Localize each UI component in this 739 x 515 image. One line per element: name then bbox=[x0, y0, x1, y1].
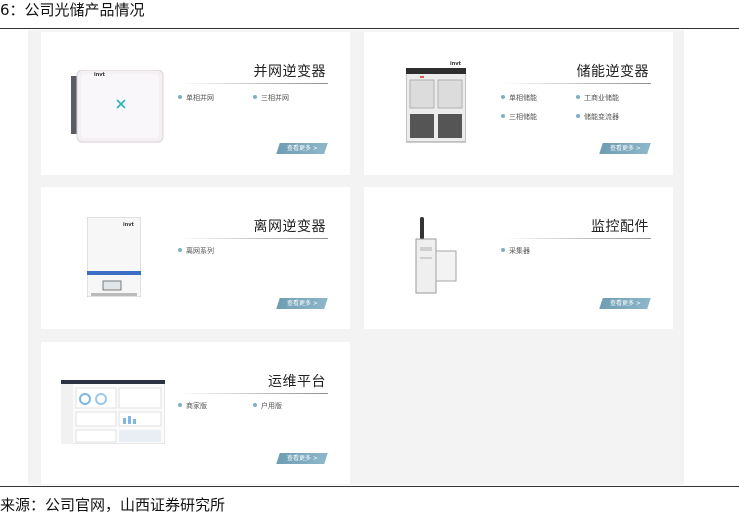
feature-item[interactable]: 户用版 bbox=[253, 402, 282, 410]
title-underline bbox=[180, 238, 328, 239]
product-card-om-platform: 运维平台 商家版 户用版 查看更多 > bbox=[41, 342, 350, 484]
brand-logo: invt bbox=[94, 72, 105, 78]
bullet-icon bbox=[501, 95, 505, 99]
bullet-icon bbox=[178, 248, 182, 252]
bottom-rule bbox=[0, 486, 739, 487]
bullet-icon bbox=[178, 403, 182, 407]
card-title: 运维平台 bbox=[268, 374, 326, 390]
feature-item[interactable]: 三相并网 bbox=[253, 94, 289, 102]
storage-cabinet-icon: invt bbox=[405, 61, 467, 143]
feature-item[interactable]: 三相储能 bbox=[501, 113, 537, 121]
bullet-icon bbox=[253, 95, 257, 99]
grid-inverter-icon: invt bbox=[69, 69, 169, 145]
brand-logo: invt bbox=[450, 61, 461, 67]
product-panel: invt 并网逆变器 单相并网 三相并网 查看更多 > invt 储能逆变器 单… bbox=[28, 30, 684, 485]
feature-item[interactable]: 离网系列 bbox=[178, 247, 214, 255]
card-title: 储能逆变器 bbox=[576, 64, 649, 80]
view-more-button[interactable]: 查看更多 > bbox=[276, 143, 328, 154]
feature-item[interactable]: 储能变流器 bbox=[576, 113, 619, 121]
product-card-grid-inverter: invt 并网逆变器 单相并网 三相并网 查看更多 > bbox=[41, 32, 350, 175]
feature-item[interactable]: 单相储能 bbox=[501, 94, 537, 102]
datalogger-icon bbox=[414, 217, 464, 297]
feature-item[interactable]: 单相并网 bbox=[178, 94, 214, 102]
bullet-icon bbox=[501, 248, 505, 252]
bullet-icon bbox=[576, 114, 580, 118]
bullet-icon bbox=[178, 95, 182, 99]
figure-title: 6：公司光储产品情况 bbox=[0, 1, 145, 19]
product-card-offgrid-inverter: invt 离网逆变器 离网系列 查看更多 > bbox=[41, 187, 350, 329]
top-rule bbox=[0, 28, 739, 29]
bullet-icon bbox=[576, 95, 580, 99]
view-more-button[interactable]: 查看更多 > bbox=[599, 298, 651, 309]
title-underline bbox=[503, 238, 651, 239]
title-underline bbox=[180, 393, 328, 394]
view-more-button[interactable]: 查看更多 > bbox=[276, 453, 328, 464]
brand-logo: invt bbox=[123, 222, 134, 228]
bullet-icon bbox=[253, 403, 257, 407]
feature-item[interactable]: 采集器 bbox=[501, 247, 530, 255]
view-more-button[interactable]: 查看更多 > bbox=[276, 298, 328, 309]
card-title: 监控配件 bbox=[591, 219, 649, 235]
view-more-button[interactable]: 查看更多 > bbox=[599, 143, 651, 154]
card-title: 并网逆变器 bbox=[253, 64, 326, 80]
dashboard-screenshot-icon bbox=[60, 379, 166, 445]
title-underline bbox=[180, 83, 328, 84]
card-title: 离网逆变器 bbox=[253, 219, 326, 235]
product-card-monitoring: 监控配件 采集器 查看更多 > bbox=[364, 187, 673, 329]
feature-item[interactable]: 工商业储能 bbox=[576, 94, 619, 102]
offgrid-inverter-icon: invt bbox=[86, 216, 142, 298]
source-note: 来源：公司官网，山西证券研究所 bbox=[0, 496, 226, 514]
title-underline bbox=[503, 83, 651, 84]
bullet-icon bbox=[501, 114, 505, 118]
feature-item[interactable]: 商家版 bbox=[178, 402, 207, 410]
product-card-storage-inverter: invt 储能逆变器 单相储能 工商业储能 三相储能 储能变流器 查看更多 > bbox=[364, 32, 673, 175]
